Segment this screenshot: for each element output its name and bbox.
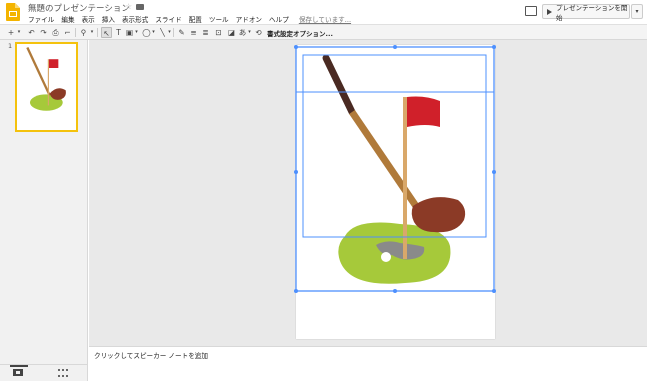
text-box-icon[interactable]: T	[114, 27, 123, 38]
menu-view[interactable]: 表示	[82, 14, 95, 24]
chevron-down-icon[interactable]: ▾	[16, 27, 22, 38]
image-icon[interactable]: ▣	[125, 27, 134, 38]
pen-icon[interactable]: ✎	[177, 27, 186, 38]
redo-icon[interactable]: ↷	[39, 27, 48, 38]
present-label: プレゼンテーションを開始	[556, 3, 628, 22]
menu-file[interactable]: ファイル	[28, 14, 54, 24]
slide-thumbnail[interactable]	[15, 42, 78, 132]
slide-canvas[interactable]	[296, 45, 495, 339]
undo-icon[interactable]: ↶	[27, 27, 36, 38]
saving-status: 保存しています...	[298, 16, 352, 24]
menu-slide[interactable]: スライド	[155, 14, 181, 24]
slide-number: 1	[8, 42, 13, 50]
paint-format-icon[interactable]: ⌐	[63, 27, 72, 38]
view-toggle-bar	[0, 364, 88, 381]
chevron-down-icon[interactable]: ▾	[247, 27, 252, 38]
comment-icon[interactable]	[525, 6, 537, 16]
slides-logo-icon[interactable]	[6, 3, 20, 21]
zoom-icon[interactable]: ⚲	[79, 27, 88, 38]
toolbar-divider	[75, 28, 76, 37]
menu-edit[interactable]: 編集	[61, 14, 74, 24]
app-header: 無題のプレゼンテーション ☆ ファイル 編集 表示 挿入 表示形式 スライド 配…	[0, 0, 647, 24]
print-icon[interactable]: ⎙	[51, 27, 60, 38]
shape-icon[interactable]: ◯	[142, 27, 151, 38]
toolbar-divider	[173, 28, 174, 37]
toolbar: + ▾ ↶ ↷ ⎙ ⌐ ⚲ ▾ ↖ T ▣ ▾ ◯ ▾ ╲ ▾ ✎ ≡ ≣ ⊡ …	[0, 24, 647, 40]
chevron-down-icon[interactable]: ▾	[167, 27, 172, 38]
menu-bar: ファイル 編集 表示 挿入 表示形式 スライド 配置 ツール アドオン ヘルプ …	[28, 14, 358, 24]
present-button[interactable]: プレゼンテーションを開始	[542, 3, 630, 22]
document-title[interactable]: 無題のプレゼンテーション	[28, 2, 130, 14]
menu-addons[interactable]: アドオン	[236, 14, 262, 24]
filmstrip-view-icon[interactable]	[13, 369, 23, 376]
line-dash-icon[interactable]: ≣	[201, 27, 210, 38]
format-options-button[interactable]: 書式設定オプション...	[267, 28, 333, 38]
reset-image-icon[interactable]: ⟲	[254, 27, 263, 38]
menu-format[interactable]: 表示形式	[122, 14, 148, 24]
toolbar-divider	[97, 28, 98, 37]
star-icon[interactable]: ☆	[125, 2, 132, 11]
line-icon[interactable]: ╲	[158, 27, 167, 38]
active-view-indicator	[10, 365, 28, 367]
bottom-bar	[89, 364, 647, 381]
slide-filmstrip: 1	[0, 40, 88, 364]
select-cursor-icon[interactable]: ↖	[101, 27, 112, 38]
menu-tools[interactable]: ツール	[209, 14, 229, 24]
menu-arrange[interactable]: 配置	[189, 14, 202, 24]
play-icon	[547, 8, 552, 15]
folder-icon[interactable]	[136, 4, 144, 10]
chevron-down-icon[interactable]: ▾	[151, 27, 156, 38]
new-slide-icon[interactable]: +	[6, 27, 16, 38]
grid-view-icon[interactable]	[58, 369, 68, 377]
speaker-notes[interactable]: クリックしてスピーカー ノートを追加	[89, 346, 647, 364]
chevron-down-icon[interactable]: ▾	[89, 27, 95, 38]
mask-icon[interactable]: ◪	[227, 27, 236, 38]
menu-help[interactable]: ヘルプ	[269, 14, 289, 24]
line-weight-icon[interactable]: ≡	[189, 27, 198, 38]
thumbnail-golf-illustration	[26, 47, 66, 111]
menu-insert[interactable]: 挿入	[102, 14, 115, 24]
chevron-down-icon[interactable]: ▾	[134, 27, 139, 38]
crop-icon[interactable]: ⊡	[214, 27, 223, 38]
present-dropdown-button[interactable]: ▾	[631, 4, 643, 19]
language-icon[interactable]: あ	[238, 27, 247, 38]
